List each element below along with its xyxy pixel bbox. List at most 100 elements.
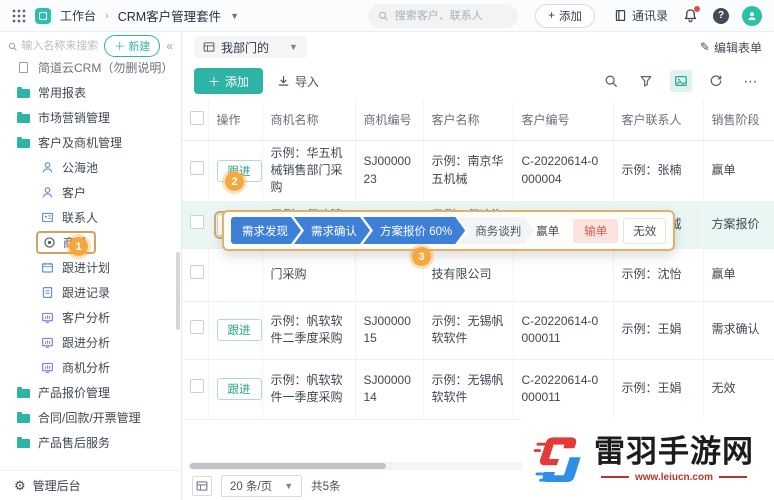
sidebar-nav: 简道云CRM（勿删说明） 常用报表 市场营销管理 客户及商机管理 公海池 bbox=[0, 60, 181, 470]
stage-step-invalid[interactable]: 无效 bbox=[623, 218, 666, 244]
cell-customer-contact: 示例：王娟 bbox=[613, 359, 703, 419]
address-book-icon bbox=[614, 9, 627, 22]
stage-step-demand-found[interactable]: 需求发现 bbox=[231, 217, 301, 244]
chevron-down-icon: ▼ bbox=[289, 42, 298, 52]
users-icon bbox=[40, 161, 54, 174]
workspace-label[interactable]: 工作台 bbox=[60, 7, 96, 24]
sidebar-item-contacts[interactable]: 联系人 bbox=[0, 205, 181, 230]
cell-customer-contact: 示例：沈怡 bbox=[613, 248, 703, 301]
breadcrumb-separator: › bbox=[105, 10, 109, 22]
sidebar-item-followup-plan[interactable]: 跟进计划 bbox=[0, 255, 181, 280]
avatar[interactable] bbox=[742, 6, 762, 26]
search-icon[interactable] bbox=[600, 70, 622, 92]
watermark: 雷羽手游网 www.leiucn.com bbox=[522, 418, 774, 500]
row-checkbox[interactable] bbox=[190, 320, 204, 334]
cell-sales-stage: 方案报价 bbox=[703, 201, 774, 248]
filter-icon[interactable] bbox=[635, 70, 657, 92]
row-checkbox[interactable] bbox=[190, 265, 204, 279]
col-header-customer-contact: 客户联系人 bbox=[613, 100, 703, 140]
refresh-icon[interactable] bbox=[705, 70, 727, 92]
sidebar-item-common-reports[interactable]: 常用报表 bbox=[0, 80, 181, 105]
follow-up-button[interactable]: 跟进 bbox=[217, 378, 262, 400]
table-row[interactable]: 门采购 技有限公司 示例：沈怡 赢单 bbox=[182, 248, 774, 301]
folder-open-icon bbox=[16, 137, 30, 148]
chevron-down-icon[interactable]: ▼ bbox=[230, 11, 239, 21]
more-options-icon[interactable]: ⋯ bbox=[740, 70, 762, 92]
cell-sales-stage: 赢单 bbox=[703, 248, 774, 301]
plus-icon: ＋ bbox=[208, 73, 220, 90]
view-mode-icon[interactable] bbox=[670, 70, 692, 92]
chart-monitor-icon bbox=[40, 361, 54, 374]
cell-opportunity-no: SJ0000023 bbox=[355, 140, 423, 201]
notifications-bell-icon[interactable] bbox=[683, 8, 698, 23]
help-button[interactable]: ? bbox=[713, 8, 729, 24]
table-row[interactable]: 跟进 示例：帆软软件二季度采购 SJ0000015 示例：无锡帆软软件 C-20… bbox=[182, 301, 774, 359]
stage-step-lost[interactable]: 输单 bbox=[573, 219, 618, 243]
add-record-button[interactable]: ＋添加 bbox=[194, 68, 263, 94]
stage-step-demand-confirmed[interactable]: 需求确认 bbox=[294, 217, 370, 244]
row-checkbox[interactable] bbox=[190, 161, 204, 175]
view-selector-dropdown[interactable]: 我部门的 ▼ bbox=[194, 36, 307, 58]
sidebar-item-followup-records[interactable]: 跟进记录 bbox=[0, 280, 181, 305]
table-row[interactable]: 跟进 示例：华五机械销售部门采购 SJ0000023 示例：南京华五机械 C-2… bbox=[182, 140, 774, 201]
sidebar-item-jdy-crm[interactable]: 简道云CRM（勿删说明） bbox=[0, 60, 181, 80]
sidebar-item-after-sales[interactable]: 产品售后服务 bbox=[0, 430, 181, 455]
page-size-select[interactable]: 20 条/页 ▼ bbox=[221, 475, 302, 497]
table-header-row: 操作 商机名称 商机编号 客户名称 客户编号 客户联系人 销售阶段 bbox=[182, 100, 774, 140]
import-icon bbox=[277, 75, 290, 88]
crm-screen: 工作台 › CRM客户管理套件 ▼ +添加 通讯录 ? bbox=[0, 0, 774, 500]
sidebar-item-marketing[interactable]: 市场营销管理 bbox=[0, 105, 181, 130]
sidebar-item-opportunity-analysis[interactable]: 商机分析 bbox=[0, 355, 181, 380]
admin-console-button[interactable]: ⚙ 管理后台 bbox=[0, 470, 181, 500]
sidebar-item-customer-opportunity[interactable]: 客户及商机管理 bbox=[0, 130, 181, 155]
edit-form-button[interactable]: ✎ 编辑表单 bbox=[700, 39, 762, 56]
table-icon bbox=[203, 41, 215, 53]
stage-step-negotiation[interactable]: 商务谈判 bbox=[458, 217, 534, 244]
table-row[interactable]: 跟进 示例：帆软软件一季度采购 SJ0000014 示例：无锡帆软软件 C-20… bbox=[182, 359, 774, 419]
leiyu-logo-icon bbox=[532, 431, 586, 487]
new-form-button[interactable]: ＋ 新建 bbox=[104, 35, 160, 57]
global-search-input[interactable] bbox=[395, 10, 509, 22]
collapse-sidebar-icon[interactable]: « bbox=[166, 39, 173, 53]
cell-customer-no: C-20220614-0000011 bbox=[513, 359, 613, 419]
contacts-button[interactable]: 通讯录 bbox=[614, 7, 668, 24]
row-checkbox[interactable] bbox=[190, 379, 204, 393]
stage-step-quote-current[interactable]: 方案报价 60% bbox=[363, 217, 465, 244]
select-all-checkbox[interactable] bbox=[190, 111, 204, 125]
import-button[interactable]: 导入 bbox=[277, 73, 319, 90]
sidebar-item-product-quote[interactable]: 产品报价管理 bbox=[0, 380, 181, 405]
cell-opportunity-name: 示例：华五机械销售部门采购 bbox=[262, 140, 355, 201]
apps-grid-icon[interactable] bbox=[12, 9, 26, 23]
cell-customer-no bbox=[513, 248, 613, 301]
topbar-add-button[interactable]: +添加 bbox=[535, 4, 595, 28]
sidebar-item-opportunities[interactable]: 商机 bbox=[0, 230, 181, 255]
chevron-down-icon: ▼ bbox=[284, 481, 293, 491]
cell-opportunity-no: SJ0000014 bbox=[355, 359, 423, 419]
sidebar-search[interactable] bbox=[8, 40, 98, 52]
watermark-title: 雷羽手游网 bbox=[594, 435, 754, 469]
global-search[interactable] bbox=[368, 4, 518, 28]
table-settings-icon[interactable] bbox=[192, 476, 212, 496]
document-lines-icon bbox=[40, 286, 54, 299]
row-checkbox[interactable] bbox=[190, 215, 204, 229]
sidebar-item-followup-analysis[interactable]: 跟进分析 bbox=[0, 330, 181, 355]
chart-monitor-icon bbox=[40, 311, 54, 324]
cell-customer-name: 示例：无锡帆软软件 bbox=[423, 359, 513, 419]
sidebar-item-customer-analysis[interactable]: 客户分析 bbox=[0, 305, 181, 330]
opportunity-table: 操作 商机名称 商机编号 客户名称 客户编号 客户联系人 销售阶段 跟进 bbox=[182, 100, 774, 462]
sidebar-item-customers[interactable]: 客户 bbox=[0, 180, 181, 205]
sidebar-scrollbar[interactable] bbox=[176, 252, 180, 330]
sidebar-search-input[interactable] bbox=[21, 40, 98, 52]
breadcrumb-app-title[interactable]: CRM客户管理套件 bbox=[118, 6, 221, 25]
scrollbar-thumb[interactable] bbox=[190, 463, 386, 469]
folder-icon bbox=[16, 437, 30, 448]
cell-customer-contact: 示例：张楠 bbox=[613, 140, 703, 201]
follow-up-button[interactable]: 跟进 bbox=[217, 319, 262, 341]
sidebar-item-public-pool[interactable]: 公海池 bbox=[0, 155, 181, 180]
view-selector-row: 我部门的 ▼ ✎ 编辑表单 bbox=[182, 32, 774, 62]
cell-customer-name: 示例：南京华五机械 bbox=[423, 140, 513, 201]
col-header-opportunity-no: 商机编号 bbox=[355, 100, 423, 140]
gear-icon: ⚙ bbox=[14, 478, 26, 494]
sidebar-item-contract-payment[interactable]: 合同/回款/开票管理 bbox=[0, 405, 181, 430]
table-toolbar: ＋添加 导入 ⋯ bbox=[182, 62, 774, 100]
